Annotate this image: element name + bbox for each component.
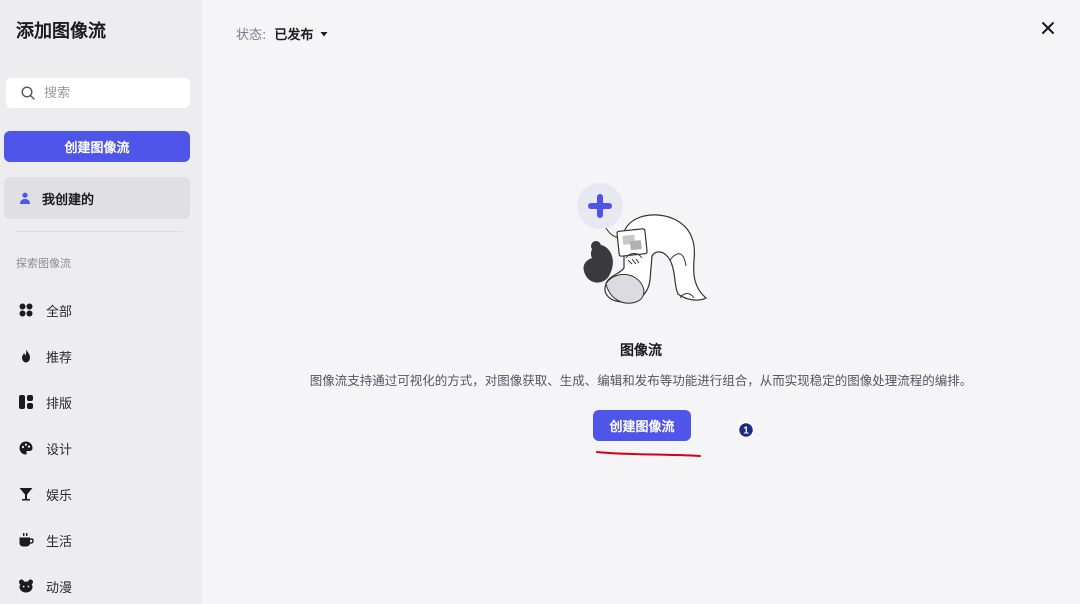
step-number: 1 — [743, 426, 749, 437]
status-filter[interactable]: 状态: 已发布 — [236, 24, 329, 43]
caret-down-icon — [320, 31, 328, 36]
cup-icon — [19, 533, 34, 547]
close-icon[interactable] — [1038, 18, 1058, 38]
panel-title: 添加图像流 — [16, 21, 106, 42]
layout-icon — [19, 395, 33, 409]
sidebar-item-all[interactable]: 全部 — [18, 299, 72, 321]
divider — [16, 231, 182, 232]
empty-state-illustration — [577, 183, 708, 304]
user-icon — [20, 192, 30, 204]
sidebar-item-entertainment[interactable]: 娱乐 — [18, 483, 72, 505]
palette-icon — [19, 441, 33, 455]
search-box[interactable] — [6, 78, 190, 108]
status-value: 已发布 — [274, 28, 314, 43]
sidebar-item-label: 生活 — [46, 534, 73, 550]
sidebar-item-anime[interactable]: 动漫 — [18, 575, 72, 597]
sidebar-item-label: 设计 — [46, 442, 73, 458]
empty-state-title: 图像流 — [620, 343, 662, 359]
create-button-label: 创建图像流 — [64, 141, 130, 156]
sidebar-item-design[interactable]: 设计 — [18, 437, 72, 459]
step-number-badge: 1 — [737, 421, 755, 439]
create-button-label: 创建图像流 — [609, 420, 675, 435]
sidebar-item-life[interactable]: 生活 — [18, 529, 72, 551]
sidebar-item-label: 全部 — [46, 304, 73, 320]
bear-icon — [19, 579, 33, 593]
create-image-flow-button-sidebar[interactable]: 创建图像流 — [4, 131, 190, 162]
section-label-explore: 探索图像流 — [16, 257, 71, 270]
grid-dots-icon — [19, 303, 33, 317]
empty-state-description: 图像流支持通过可视化的方式，对图像获取、生成、编辑和发布等功能进行组合，从而实现… — [309, 373, 973, 388]
search-icon — [21, 86, 35, 100]
create-image-flow-button[interactable]: 创建图像流 — [593, 410, 691, 441]
sidebar-item-layout[interactable]: 排版 — [18, 391, 72, 413]
sidebar-item-label: 我创建的 — [42, 192, 95, 208]
sidebar-item-mine[interactable]: 我创建的 — [4, 177, 190, 219]
sidebar: 添加图像流 创建图像流 我创建的 探索图像流 全部 推荐 — [0, 0, 202, 604]
sidebar-item-label: 排版 — [46, 396, 73, 412]
sidebar-item-label: 娱乐 — [46, 488, 73, 504]
sidebar-item-label: 动漫 — [46, 580, 73, 596]
status-label: 状态: — [236, 28, 267, 43]
search-input[interactable] — [44, 85, 174, 101]
annotation-underline — [596, 451, 701, 457]
cocktail-icon — [19, 488, 33, 501]
